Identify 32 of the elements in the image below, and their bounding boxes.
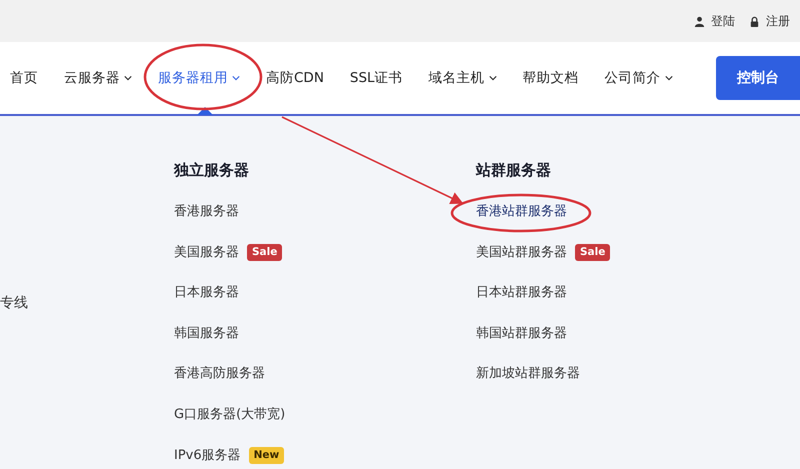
menu-item[interactable]: 香港站群服务器 — [476, 203, 567, 221]
nav-item[interactable]: 云服务器 — [64, 69, 132, 87]
nav-item[interactable]: 首页 — [10, 69, 38, 87]
menu-item[interactable]: 韩国站群服务器 — [476, 324, 567, 343]
console-button[interactable]: 控制台 — [716, 56, 800, 100]
menu-item[interactable]: 美国站群服务器 — [476, 244, 567, 262]
user-icon — [694, 16, 705, 26]
pointer-icon — [197, 107, 213, 115]
menu-item[interactable]: 韩国服务器 — [174, 324, 239, 343]
tag: New — [248, 446, 284, 464]
menu-text[interactable]: 专线 — [0, 294, 28, 312]
top-link[interactable]: 注册 — [766, 12, 790, 30]
tag: Sale — [575, 244, 610, 261]
nav-item[interactable]: 公司简介 — [604, 69, 673, 87]
top-link[interactable]: 登陆 — [711, 12, 735, 30]
menu-item[interactable]: 新加坡站群服务器 — [476, 365, 580, 384]
nav-item[interactable]: 服务器租用 — [158, 69, 240, 87]
nav-item[interactable]: 帮助文档 — [522, 69, 579, 87]
nav-item[interactable]: SSL证书 — [350, 69, 403, 87]
menu-item[interactable]: 香港服务器 — [174, 203, 239, 221]
menu-item[interactable]: 香港高防服务器 — [174, 365, 265, 384]
menu-item[interactable]: 日本站群服务器 — [476, 284, 567, 302]
nav-item[interactable]: 域名主机 — [428, 69, 497, 87]
menu-item[interactable]: IPv6服务器 — [174, 446, 241, 465]
nav-item[interactable]: 高防CDN — [266, 69, 324, 87]
menu-item[interactable]: 美国服务器 — [174, 244, 239, 262]
column-heading: 站群服务器 — [476, 160, 552, 181]
lock-icon — [749, 16, 760, 26]
menu-item[interactable]: G口服务器(大带宽) — [174, 406, 286, 424]
tag: Sale — [247, 244, 282, 261]
menu-item[interactable]: 日本服务器 — [174, 284, 239, 302]
column-heading: 独立服务器 — [174, 160, 250, 181]
